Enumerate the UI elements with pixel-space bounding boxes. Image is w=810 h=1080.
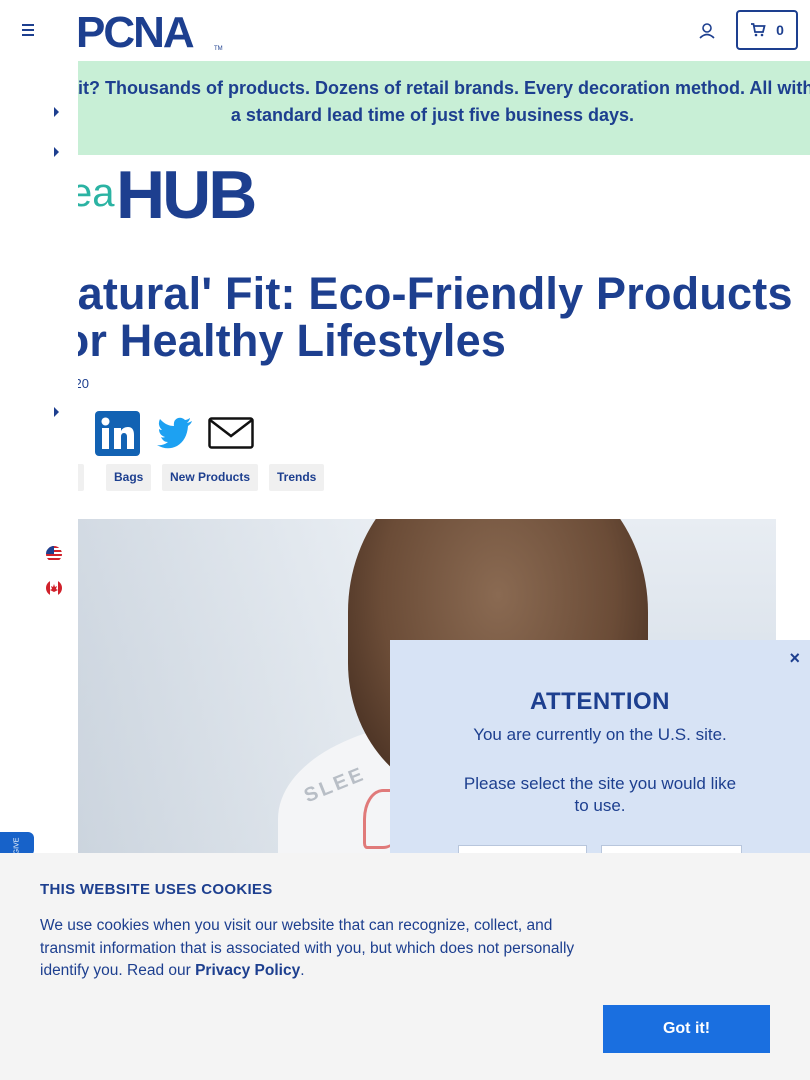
cart-count: 0 (776, 22, 784, 38)
cookie-title: THIS WEBSITE USES COOKIES (40, 881, 273, 898)
hamburger-menu-icon[interactable] (18, 20, 40, 40)
cart-icon (751, 23, 766, 37)
promo-banner: Wait? Thousands of products. Dozens of r… (0, 61, 810, 155)
email-share-icon[interactable] (208, 417, 254, 449)
side-drawer (0, 61, 78, 853)
tag-trends[interactable]: Trends (269, 464, 325, 491)
cookie-text: We use cookies when you visit our websit… (40, 917, 575, 979)
accept-cookies-button[interactable]: Got it! (603, 1005, 770, 1053)
idea-hub-logo: ea HUB (70, 160, 258, 224)
modal-title: ATTENTION (529, 688, 671, 715)
modal-question: Please select the site you would like to… (463, 774, 737, 815)
caret-right-icon[interactable] (54, 107, 59, 117)
caret-right-icon[interactable] (54, 147, 59, 157)
account-icon[interactable] (696, 20, 718, 42)
article-title: 'Natural' Fit: Eco-Friendly Products For… (34, 268, 793, 366)
linkedin-share-icon[interactable] (95, 411, 140, 456)
svg-text:PCNA: PCNA (76, 10, 194, 52)
privacy-policy-link[interactable]: Privacy Policy (195, 962, 300, 979)
svg-text:HUB: HUB (116, 160, 255, 224)
pcna-logo[interactable]: PCNA TM (76, 10, 226, 52)
site-header: PCNA TM 0 (0, 0, 810, 60)
us-flag-icon[interactable] (46, 546, 62, 562)
tag-bags[interactable]: Bags (106, 464, 152, 491)
tag-new-products[interactable]: New Products (162, 464, 259, 491)
promo-text: Wait? Thousands of products. Dozens of r… (51, 78, 810, 125)
cookie-banner: THIS WEBSITE USES COOKIES We use cookies… (0, 853, 810, 1080)
canada-flag-icon[interactable] (46, 580, 62, 596)
cart-button[interactable]: 0 (736, 10, 798, 50)
close-icon[interactable]: × (789, 648, 800, 669)
svg-text:TM: TM (214, 46, 223, 52)
modal-message: You are currently on the U.S. site. (473, 725, 727, 744)
site-selection-modal: × ATTENTION You are currently on the U.S… (390, 640, 810, 885)
caret-right-icon[interactable] (54, 407, 59, 417)
twitter-share-icon[interactable] (157, 417, 193, 449)
